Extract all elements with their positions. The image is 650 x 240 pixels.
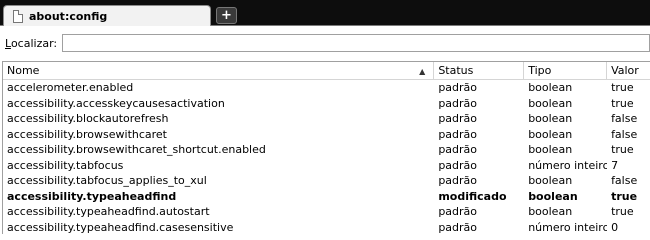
cell-value: true	[611, 96, 634, 110]
column-header-value[interactable]: Valor	[607, 62, 650, 79]
column-header-type[interactable]: Tipo	[524, 62, 608, 79]
tab-about-config[interactable]: about:config	[3, 5, 211, 26]
cell-type: boolean	[528, 174, 573, 187]
search-label: Localizar:	[5, 37, 57, 50]
cell-type: boolean	[528, 127, 573, 141]
cell-value: true	[611, 205, 634, 218]
cell-type: boolean	[528, 81, 573, 94]
search-bar: Localizar:	[0, 26, 650, 60]
prefs-table: Nome ▲ Status Tipo Valor accelerometer.en…	[2, 61, 650, 234]
cell-value: false	[611, 127, 638, 141]
cell-value: false	[611, 174, 638, 187]
table-row[interactable]: accessibility.blockautorefresh padrão bool…	[3, 111, 650, 127]
table-row[interactable]: accessibility.typeaheadfind modificado boo…	[3, 189, 650, 205]
tab-strip: about:config +	[0, 0, 650, 26]
table-body: accelerometer.enabled padrão boolean true ac…	[3, 80, 650, 234]
table-row[interactable]: accessibility.tabfocus padrão número intei…	[3, 158, 650, 174]
cell-status: padrão	[438, 220, 478, 234]
cell-type: boolean	[528, 189, 578, 203]
cell-value: 0	[611, 220, 619, 234]
cell-type: boolean	[528, 96, 573, 110]
table-row[interactable]: accessibility.typeaheadfind.casesensitiv…	[3, 220, 650, 235]
cell-name: accessibility.typeaheadfind.autostart	[7, 205, 210, 218]
cell-name: accessibility.typeaheadfind.casesensitiv…	[7, 220, 234, 234]
search-input[interactable]	[62, 34, 650, 52]
cell-name: accessibility.browsewithcaret	[7, 127, 167, 141]
document-icon	[13, 9, 23, 23]
cell-type: boolean	[528, 112, 573, 125]
cell-status: padrão	[438, 143, 478, 156]
table-header: Nome ▲ Status Tipo Valor	[3, 62, 650, 80]
search-label-rest: ocalizar:	[10, 36, 58, 50]
cell-value: 7	[611, 158, 619, 172]
cell-status: padrão	[438, 112, 478, 125]
column-header-status[interactable]: Status	[434, 62, 525, 79]
cell-value: true	[611, 143, 634, 156]
table-row[interactable]: accessibility.tabfocus_applies_to_xul pad…	[3, 173, 650, 189]
cell-type: número inteiro	[528, 220, 608, 234]
table-row[interactable]: accessibility.typeaheadfind.autostart pad…	[3, 204, 650, 220]
table-row[interactable]: accessibility.accesskeycausesactivation p…	[3, 96, 650, 112]
cell-name: accessibility.browsewithcaret_shortcut.e…	[7, 143, 266, 156]
tab-title: about:config	[29, 9, 108, 23]
cell-status: padrão	[438, 96, 478, 110]
new-tab-button[interactable]: +	[216, 7, 237, 24]
sort-ascending-icon: ▲	[419, 67, 426, 76]
table-row[interactable]: accelerometer.enabled padrão boolean true	[3, 80, 650, 96]
cell-status: padrão	[438, 174, 478, 187]
cell-status: modificado	[438, 189, 507, 203]
cell-type: número inteiro	[528, 158, 608, 172]
cell-name: accessibility.tabfocus	[7, 158, 124, 172]
cell-value: true	[611, 81, 634, 94]
cell-name: accessibility.tabfocus_applies_to_xul	[7, 174, 207, 187]
cell-status: padrão	[438, 81, 478, 94]
cell-status: padrão	[438, 158, 478, 172]
cell-status: padrão	[438, 127, 478, 141]
cell-value: false	[611, 112, 638, 125]
cell-name: accessibility.accesskeycausesactivation	[7, 96, 225, 110]
cell-name: accessibility.typeaheadfind	[7, 189, 177, 203]
column-header-name[interactable]: Nome ▲	[3, 62, 435, 79]
cell-type: boolean	[528, 205, 573, 218]
table-row[interactable]: accessibility.browsewithcaret padrão boole…	[3, 127, 650, 143]
cell-status: padrão	[438, 205, 478, 218]
cell-name: accessibility.blockautorefresh	[7, 112, 169, 125]
cell-value: true	[611, 189, 638, 203]
table-row[interactable]: accessibility.browsewithcaret_shortcut.e…	[3, 142, 650, 158]
cell-type: boolean	[528, 143, 573, 156]
cell-name: accelerometer.enabled	[7, 81, 134, 94]
